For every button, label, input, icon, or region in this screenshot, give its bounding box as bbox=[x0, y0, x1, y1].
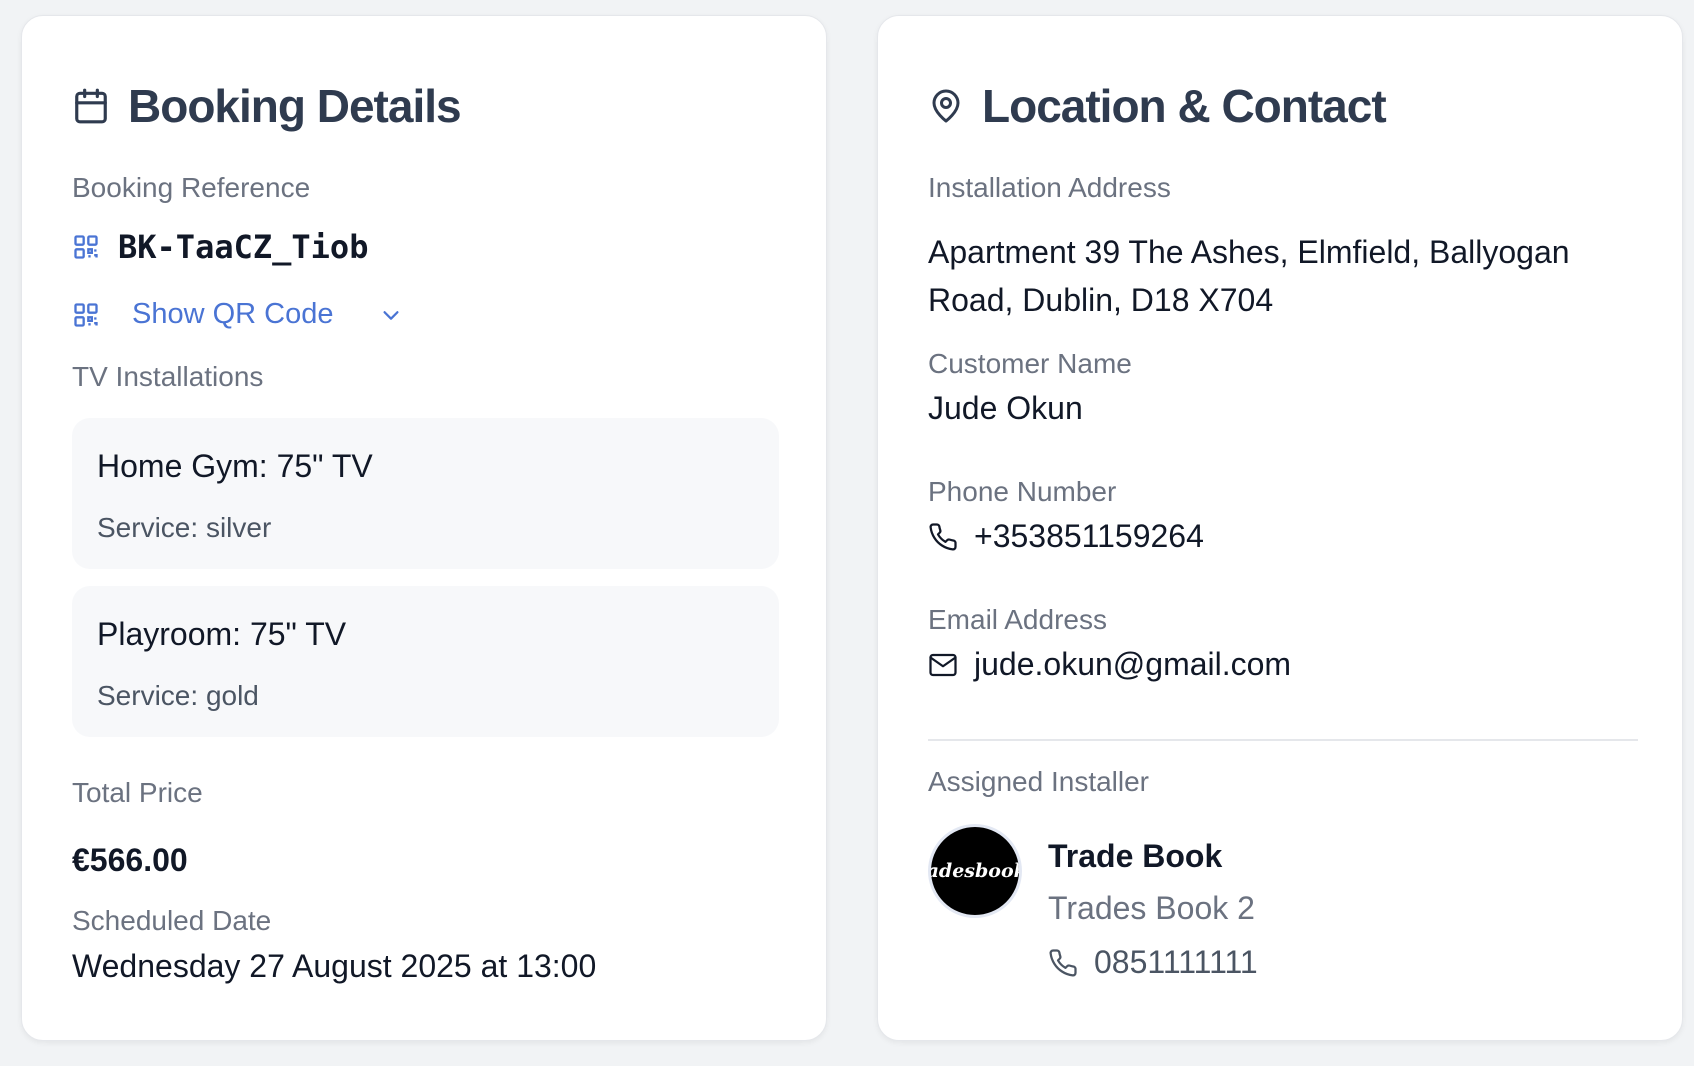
qr-code-icon bbox=[72, 301, 100, 329]
mail-icon bbox=[928, 650, 958, 680]
scheduled-date-value: Wednesday 27 August 2025 at 13:00 bbox=[72, 948, 597, 984]
email-address-value[interactable]: jude.okun@gmail.com bbox=[974, 646, 1291, 683]
installation-address-value: Apartment 39 The Ashes, Elmfield, Ballyo… bbox=[928, 234, 1570, 318]
tv-installation-service: Service: gold bbox=[97, 680, 259, 712]
calendar-icon bbox=[72, 86, 110, 126]
scheduled-date-label: Scheduled Date bbox=[72, 905, 272, 936]
service-prefix: Service: bbox=[97, 680, 199, 711]
installer-avatar-logo: radesbook. bbox=[931, 860, 1019, 882]
show-qr-code-label: Show QR Code bbox=[132, 298, 334, 330]
customer-name-label: Customer Name bbox=[928, 348, 1132, 379]
email-address-label: Email Address bbox=[928, 604, 1107, 635]
installer-phone-row: 0851111111 bbox=[1048, 944, 1258, 981]
phone-number-value[interactable]: +353851159264 bbox=[974, 518, 1204, 555]
qr-code-icon bbox=[72, 233, 100, 261]
booking-details-header: Booking Details bbox=[72, 76, 462, 136]
total-price-value: €566.00 bbox=[72, 842, 188, 878]
phone-icon bbox=[928, 522, 958, 552]
tv-installation-item: Playroom: 75" TV Service: gold bbox=[72, 586, 779, 737]
service-value: gold bbox=[205, 680, 259, 711]
booking-details-title: Booking Details bbox=[128, 80, 462, 132]
customer-name-value: Jude Okun bbox=[928, 390, 1083, 426]
phone-number-label: Phone Number bbox=[928, 476, 1117, 507]
tv-installation-name: Home Gym: 75" TV bbox=[97, 448, 373, 484]
installer-company: Trades Book 2 bbox=[1048, 890, 1255, 926]
phone-icon bbox=[1048, 948, 1078, 978]
location-contact-header: Location & Contact bbox=[928, 76, 1387, 136]
email-address-row: jude.okun@gmail.com bbox=[928, 646, 1291, 683]
booking-reference-row: BK-TaaCZ_Tiob bbox=[72, 228, 368, 266]
service-value: silver bbox=[205, 512, 272, 543]
installer-avatar: radesbook. bbox=[928, 824, 1022, 918]
location-contact-title: Location & Contact bbox=[982, 80, 1387, 132]
booking-reference-label: Booking Reference bbox=[72, 172, 311, 203]
tv-installations-label: TV Installations bbox=[72, 361, 264, 392]
tv-installation-name: Playroom: 75" TV bbox=[97, 616, 347, 652]
installation-address-label: Installation Address bbox=[928, 172, 1171, 203]
service-prefix: Service: bbox=[97, 512, 199, 543]
installer-phone-value[interactable]: 0851111111 bbox=[1094, 944, 1258, 981]
booking-reference-value: BK-TaaCZ_Tiob bbox=[118, 228, 369, 266]
assigned-installer-label: Assigned Installer bbox=[928, 766, 1150, 797]
installer-name: Trade Book bbox=[1048, 838, 1223, 874]
section-divider bbox=[928, 739, 1638, 741]
map-pin-icon bbox=[928, 86, 964, 126]
chevron-down-icon bbox=[380, 304, 402, 326]
tv-installation-service: Service: silver bbox=[97, 512, 271, 544]
show-qr-code-toggle[interactable]: Show QR Code bbox=[72, 298, 402, 331]
phone-number-row: +353851159264 bbox=[928, 518, 1204, 555]
total-price-label: Total Price bbox=[72, 777, 203, 808]
location-contact-card: Location & Contact Installation Address … bbox=[877, 15, 1683, 1041]
tv-installation-item: Home Gym: 75" TV Service: silver bbox=[72, 418, 779, 569]
booking-details-card: Booking Details Booking Reference BK-Taa… bbox=[21, 15, 827, 1041]
